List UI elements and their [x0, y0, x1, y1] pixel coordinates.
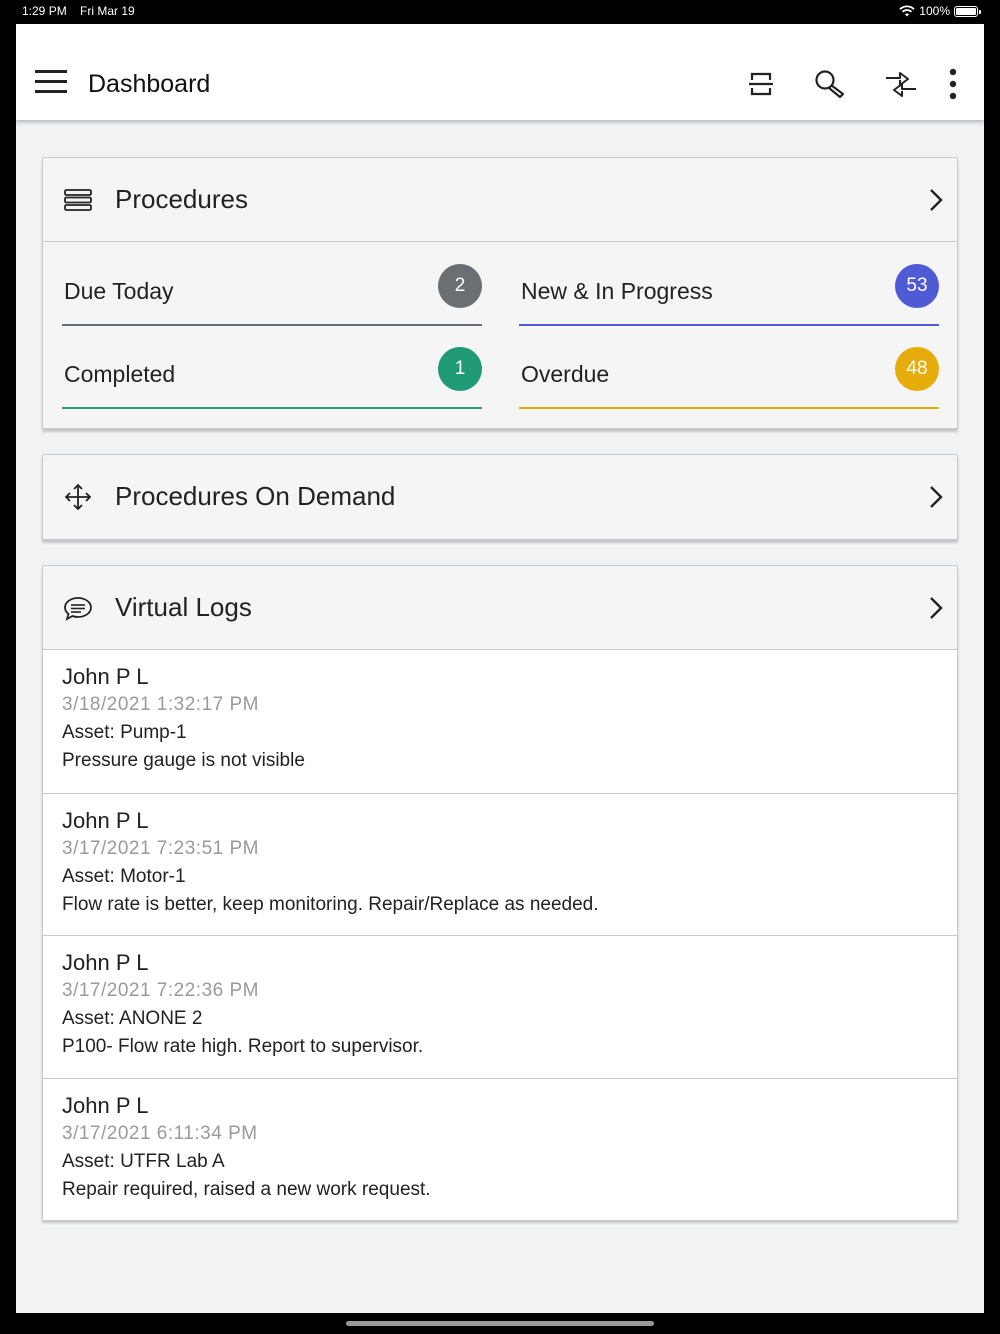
stat-label: Overdue: [521, 361, 610, 387]
log-timestamp: 3/17/2021 7:23:51 PM: [62, 837, 259, 859]
search-icon: [815, 70, 845, 99]
sync-icon: [886, 72, 916, 97]
scan-icon: [749, 72, 773, 96]
home-indicator[interactable]: [346, 1321, 654, 1326]
stat-new-in-progress[interactable]: New & In Progress 53: [519, 260, 939, 326]
procedures-on-demand-card[interactable]: Procedures On Demand: [42, 454, 958, 540]
log-note: Repair required, raised a new work reque…: [62, 1178, 431, 1200]
log-item[interactable]: John P L 3/18/2021 1:32:17 PM Asset: Pum…: [43, 650, 957, 793]
chevron-right-icon: [930, 597, 943, 619]
more-icon: [949, 68, 957, 100]
log-asset: Asset: Pump-1: [62, 722, 187, 743]
stat-label: New & In Progress: [521, 278, 713, 304]
status-right: 100%: [899, 4, 981, 18]
log-author: John P L: [62, 664, 149, 689]
procedures-title: Procedures: [115, 184, 248, 214]
status-time: 1:29 PM: [22, 4, 67, 18]
chevron-right-icon: [930, 486, 943, 508]
virtual-logs-title: Virtual Logs: [115, 592, 252, 622]
log-note: Flow rate is better, keep monitoring. Re…: [62, 893, 599, 915]
stat-underline: [519, 407, 939, 409]
virtual-logs-list: John P L 3/18/2021 1:32:17 PM Asset: Pum…: [43, 650, 957, 1220]
search-button[interactable]: [796, 64, 866, 104]
status-date: Fri Mar 19: [80, 4, 135, 18]
app-bar: Dashboard: [16, 24, 984, 120]
log-timestamp: 3/17/2021 6:11:34 PM: [62, 1122, 258, 1144]
sync-button[interactable]: [866, 64, 936, 104]
stat-label: Due Today: [64, 278, 174, 304]
stat-overdue[interactable]: Overdue 48: [519, 343, 939, 409]
stat-due-today[interactable]: Due Today 2: [62, 260, 482, 326]
status-left: 1:29 PM Fri Mar 19: [22, 4, 145, 18]
stat-label: Completed: [64, 361, 176, 387]
log-author: John P L: [62, 1092, 149, 1118]
log-note: Pressure gauge is not visible: [62, 750, 305, 771]
count-badge: 1: [438, 347, 482, 391]
log-timestamp: 3/17/2021 7:22:36 PM: [62, 980, 259, 1001]
move-arrows-icon: [64, 483, 92, 511]
virtual-logs-card: Virtual Logs John P L 3/18/2021 1:32:17 …: [42, 565, 958, 1220]
log-asset: Asset: ANONE 2: [62, 1008, 203, 1029]
log-asset: Asset: Motor-1: [62, 865, 186, 887]
count-badge: 2: [438, 264, 482, 308]
log-item[interactable]: John P L 3/17/2021 6:11:34 PM Asset: UTF…: [43, 1077, 957, 1220]
battery-icon: [954, 5, 981, 17]
stat-underline: [62, 324, 482, 326]
status-bar: 1:29 PM Fri Mar 19 100%: [0, 0, 1000, 24]
log-item[interactable]: John P L 3/17/2021 7:23:51 PM Asset: Mot…: [43, 792, 957, 935]
battery-percent: 100%: [919, 4, 950, 18]
log-timestamp: 3/18/2021 1:32:17 PM: [62, 694, 259, 715]
log-author: John P L: [62, 807, 149, 833]
count-badge: 53: [895, 264, 939, 308]
more-button[interactable]: [936, 64, 970, 104]
chat-bubble-icon: [64, 597, 92, 621]
count-badge: 48: [895, 347, 939, 391]
page-title: Dashboard: [88, 70, 211, 98]
stat-underline: [519, 324, 939, 326]
procedures-card: Procedures Due Today 2 New & In Progress…: [42, 157, 958, 429]
procedures-list-icon: [64, 189, 92, 211]
chevron-right-icon: [930, 189, 943, 211]
virtual-logs-header[interactable]: Virtual Logs: [43, 566, 957, 650]
log-author: John P L: [62, 950, 149, 975]
stat-completed[interactable]: Completed 1: [62, 343, 482, 409]
log-item[interactable]: John P L 3/17/2021 7:22:36 PM Asset: ANO…: [43, 935, 957, 1078]
scan-button[interactable]: [726, 64, 796, 104]
log-note: P100- Flow rate high. Report to supervis…: [62, 1036, 424, 1057]
procedures-header[interactable]: Procedures: [43, 158, 957, 242]
app-screen: Dashboard Procedures Due Today 2 New & I…: [16, 24, 984, 1313]
stat-underline: [62, 407, 482, 409]
procedures-on-demand-title: Procedures On Demand: [115, 481, 396, 511]
menu-button[interactable]: [34, 68, 68, 96]
wifi-icon: [899, 5, 915, 17]
log-asset: Asset: UTFR Lab A: [62, 1150, 225, 1172]
app-bar-actions: [726, 64, 970, 104]
procedures-on-demand-header[interactable]: Procedures On Demand: [43, 455, 957, 539]
